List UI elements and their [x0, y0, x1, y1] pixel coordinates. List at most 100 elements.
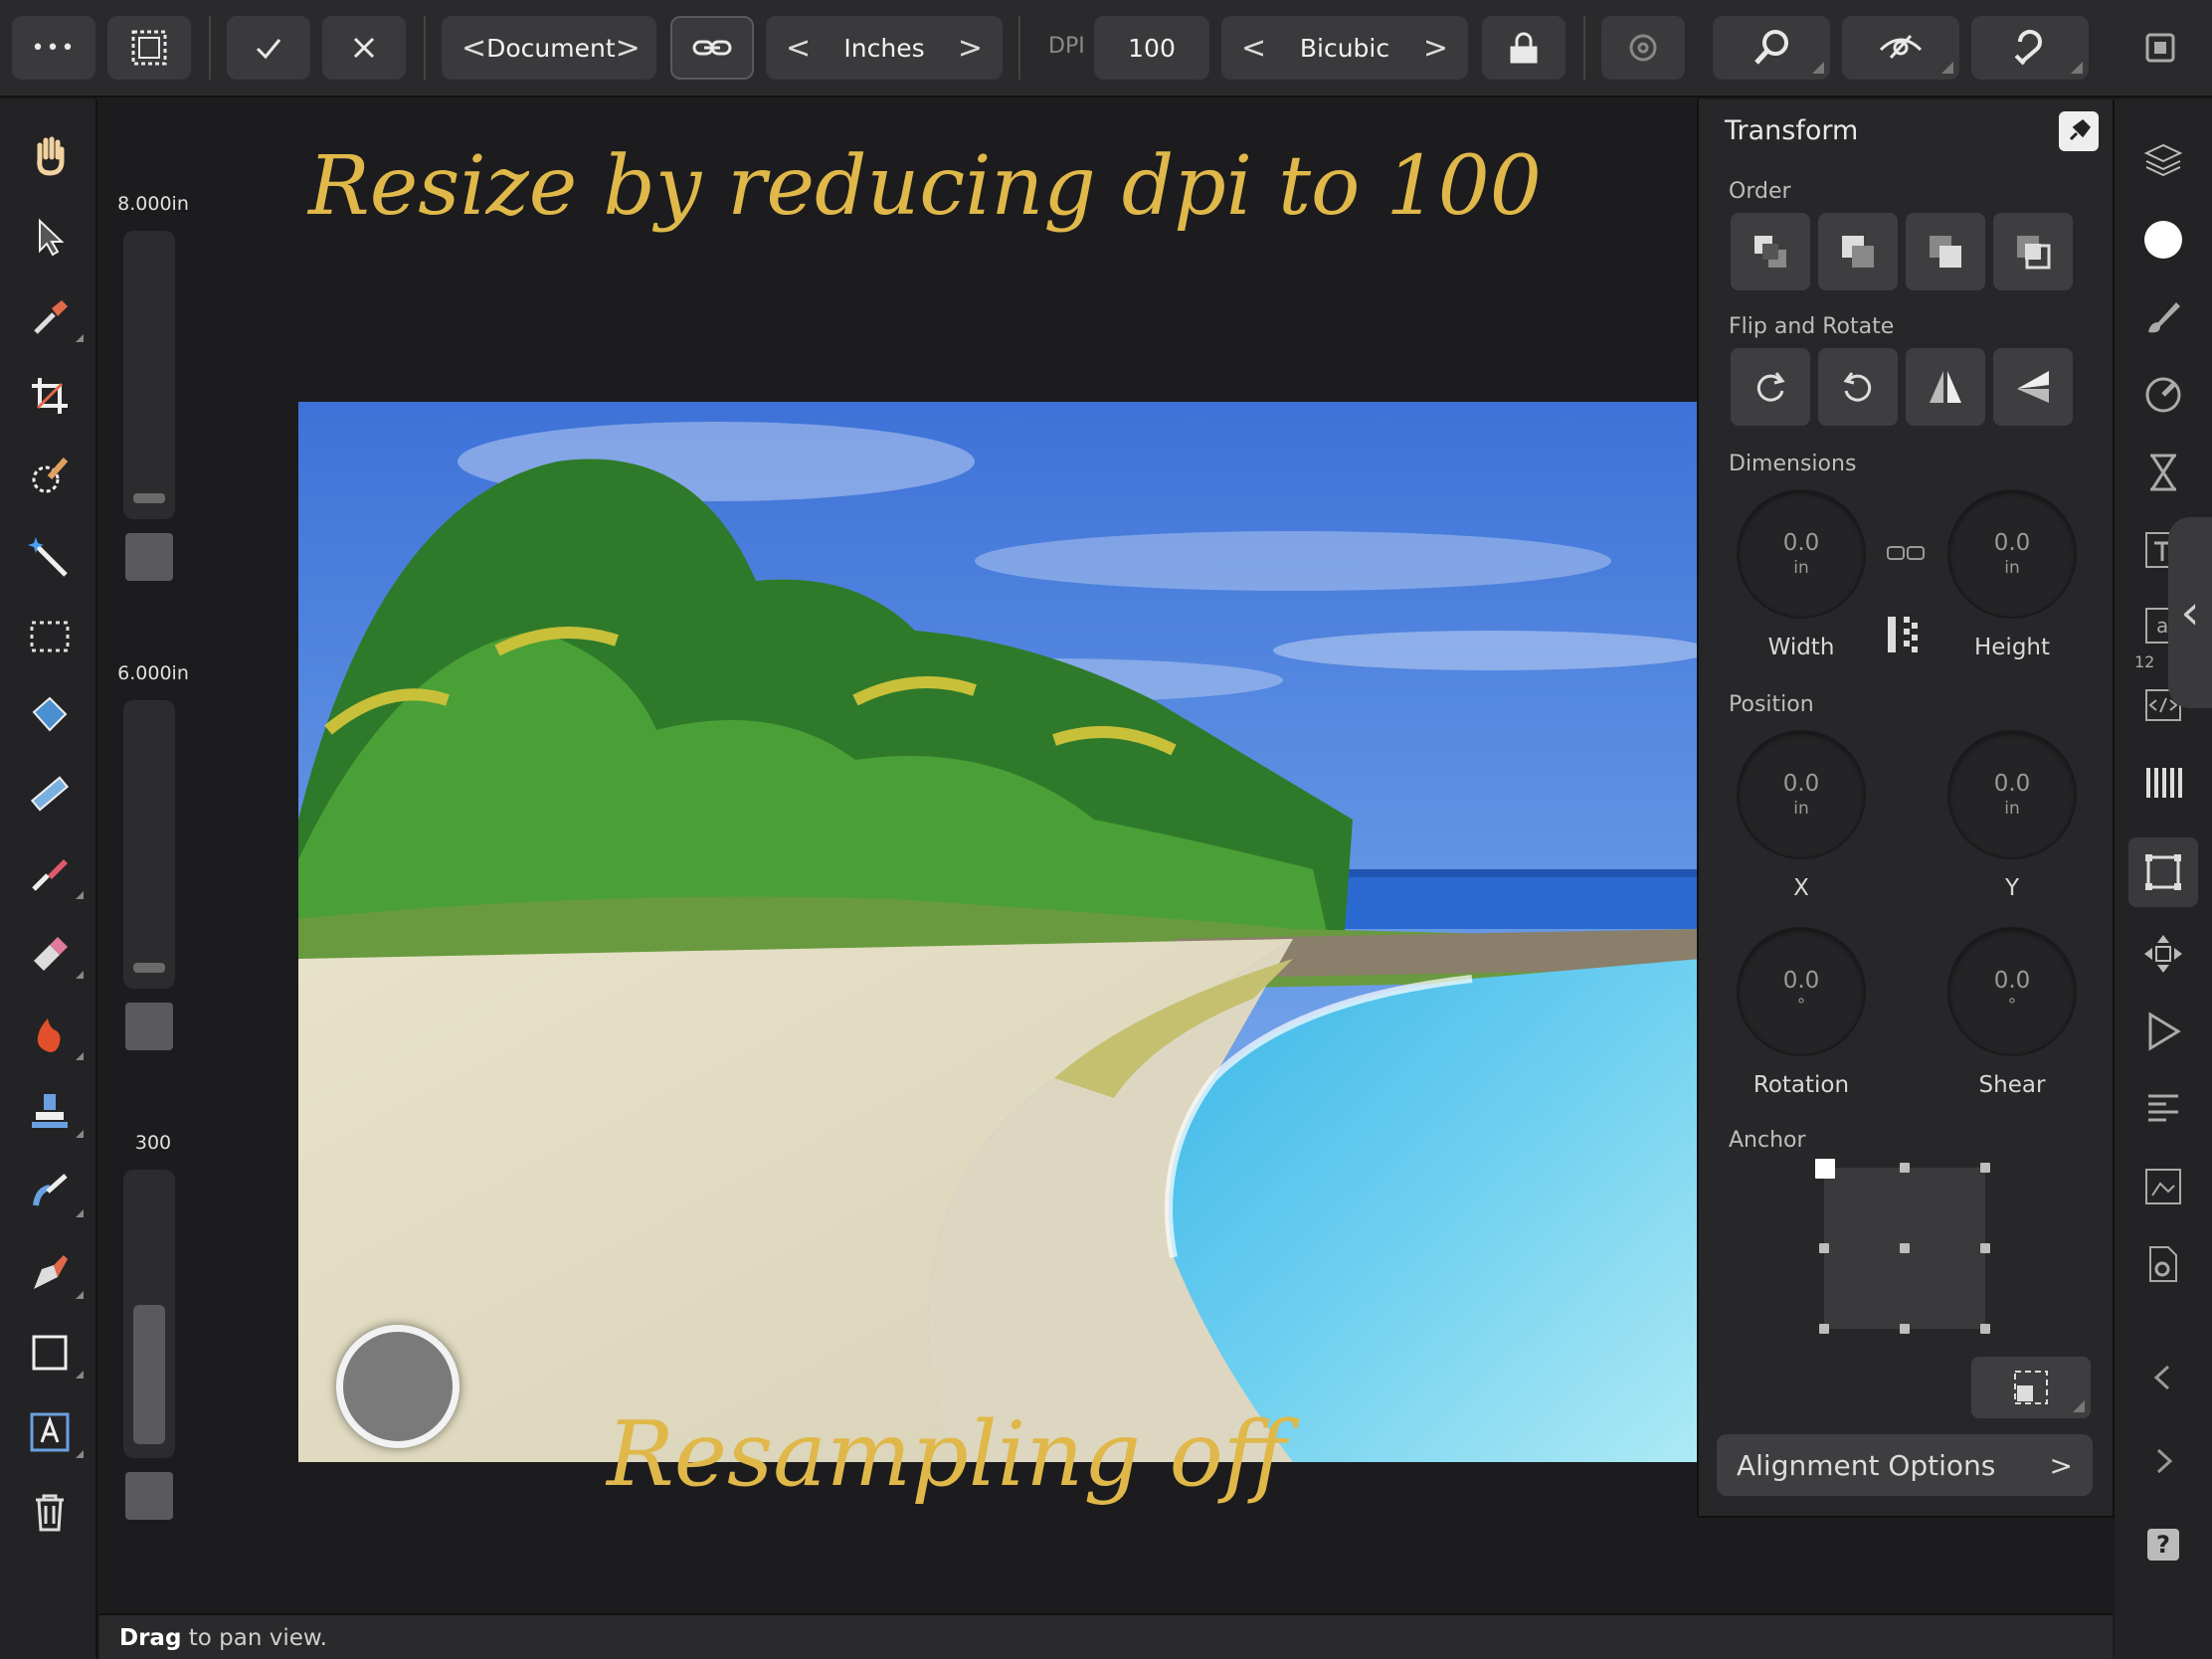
height-dial[interactable]: 0.0 in [1947, 489, 2077, 619]
gradient-tool[interactable] [22, 766, 78, 822]
x-unit: in [1793, 799, 1809, 819]
view-mode-button[interactable] [1842, 16, 1959, 80]
erase-tool[interactable] [22, 925, 84, 981]
dpi-slider-fill[interactable] [133, 1305, 165, 1444]
view-tool[interactable] [22, 127, 78, 183]
anchor-point[interactable] [1900, 1243, 1910, 1253]
slider-thumb[interactable] [133, 963, 165, 973]
color-studio[interactable] [2140, 217, 2186, 263]
marquee-tool[interactable] [22, 609, 78, 664]
layers-studio[interactable] [2140, 135, 2186, 181]
anchor-point-selected[interactable] [1815, 1159, 1835, 1179]
anchor-selector[interactable] [1815, 1159, 1990, 1334]
move-back-button[interactable] [1906, 213, 1985, 290]
dpi-slider-swatch[interactable] [125, 1472, 173, 1520]
y-dial[interactable]: 0.0 in [1947, 730, 2077, 859]
brushes-studio[interactable] [2140, 294, 2186, 340]
help-icon: ? [2147, 1529, 2179, 1561]
width-slider[interactable] [123, 231, 175, 519]
window-mode-button[interactable] [2130, 16, 2190, 80]
view-quality-button[interactable] [1713, 16, 1830, 80]
document-settings-studio[interactable] [2140, 1241, 2186, 1287]
slider-thumb[interactable] [133, 493, 165, 503]
smudge-tool[interactable] [22, 1164, 84, 1219]
library-studio[interactable] [2140, 1164, 2186, 1209]
collapse-left-button[interactable] [2140, 1355, 2186, 1400]
help-button[interactable]: ? [2140, 1522, 2186, 1567]
selection-brush-icon [32, 458, 69, 493]
commit-button[interactable] [227, 16, 310, 80]
height-slider-swatch[interactable] [125, 1003, 173, 1050]
chevron-left-icon[interactable]: < [1241, 31, 1266, 66]
bring-to-front-button[interactable] [1731, 213, 1810, 290]
anchor-point[interactable] [1980, 1163, 1990, 1173]
anchor-point[interactable] [1980, 1324, 1990, 1334]
collapse-right-button[interactable] [2140, 1438, 2186, 1484]
anchor-point[interactable] [1900, 1324, 1910, 1334]
y-unit: in [2004, 799, 2020, 819]
snapping-button[interactable] [1971, 1357, 2091, 1418]
chevron-left-icon[interactable]: < [786, 31, 811, 66]
anchor-point[interactable] [1819, 1243, 1829, 1253]
reset-transform-button[interactable] [1601, 16, 1685, 80]
anchor-point[interactable] [1900, 1163, 1910, 1173]
rectangle-tool[interactable] [22, 1325, 84, 1381]
resample-selector[interactable]: < Bicubic > [1221, 16, 1468, 80]
selection-mode-button[interactable] [107, 16, 191, 80]
width-dial[interactable]: 0.0 in [1737, 489, 1866, 619]
lock-button[interactable] [1482, 16, 1566, 80]
flip-horizontal-button[interactable] [1906, 348, 1985, 426]
y-value: 0.0 [1993, 771, 2031, 797]
rotate-clockwise-button[interactable] [1731, 348, 1810, 426]
move-forward-button[interactable] [1818, 213, 1898, 290]
navigator-studio[interactable] [2140, 931, 2186, 977]
chevron-left-icon[interactable]: < [461, 31, 486, 66]
link-aspect-icon[interactable] [1884, 541, 1928, 565]
alignment-options-button[interactable]: Alignment Options > [1717, 1434, 2093, 1496]
delete-button[interactable] [22, 1484, 78, 1540]
move-tool[interactable] [22, 209, 78, 265]
dpi-slider[interactable] [123, 1170, 175, 1458]
anchor-point[interactable] [1819, 1324, 1829, 1334]
assistant-button[interactable] [1971, 16, 2089, 80]
macro-studio[interactable] [2140, 1009, 2186, 1054]
flood-fill-tool[interactable] [22, 686, 78, 742]
x-dial[interactable]: 0.0 in [1737, 730, 1866, 859]
crop-tool[interactable] [22, 368, 78, 424]
dpi-field[interactable]: 100 [1094, 16, 1209, 80]
document-selector[interactable]: < Document > [442, 16, 656, 80]
chevron-right-icon[interactable]: > [958, 31, 983, 66]
anchor-point[interactable] [1980, 1243, 1990, 1253]
more-button[interactable]: ••• [12, 16, 95, 80]
rotate-counterclockwise-button[interactable] [1818, 348, 1898, 426]
scale-checker-icon[interactable] [1884, 613, 1928, 656]
text-tool[interactable] [22, 1404, 84, 1460]
adjustments-studio[interactable] [2140, 372, 2186, 418]
transform-studio[interactable] [2128, 837, 2198, 907]
channels-studio[interactable] [2140, 760, 2186, 806]
flood-select-tool[interactable] [22, 529, 78, 585]
rotation-dial[interactable]: 0.0 ° [1737, 927, 1866, 1056]
paint-brush-tool[interactable] [22, 845, 84, 901]
height-slider[interactable] [123, 700, 175, 989]
history-studio[interactable] [2140, 450, 2186, 495]
cancel-button[interactable] [322, 16, 406, 80]
pen-tool[interactable] [22, 1245, 84, 1301]
hud-button[interactable] [336, 1325, 460, 1448]
pin-button[interactable] [2059, 111, 2099, 151]
units-selector[interactable]: < Inches > [766, 16, 1003, 80]
chevron-right-icon[interactable]: > [616, 31, 641, 66]
link-dimensions-button[interactable] [670, 16, 754, 80]
beach-photo[interactable] [298, 402, 1701, 1462]
selection-brush-tool[interactable] [22, 448, 78, 503]
width-slider-swatch[interactable] [125, 533, 173, 581]
info-studio[interactable] [2140, 1086, 2186, 1132]
chevron-right-icon[interactable]: > [1423, 31, 1448, 66]
flip-vertical-button[interactable] [1993, 348, 2073, 426]
shear-dial[interactable]: 0.0 ° [1947, 927, 2077, 1056]
dodge-burn-tool[interactable] [22, 1007, 84, 1062]
studio-drawer-handle[interactable]: ‹ [2168, 517, 2212, 708]
send-to-back-button[interactable] [1993, 213, 2073, 290]
color-picker-tool[interactable] [22, 288, 84, 344]
clone-tool[interactable] [22, 1084, 84, 1140]
